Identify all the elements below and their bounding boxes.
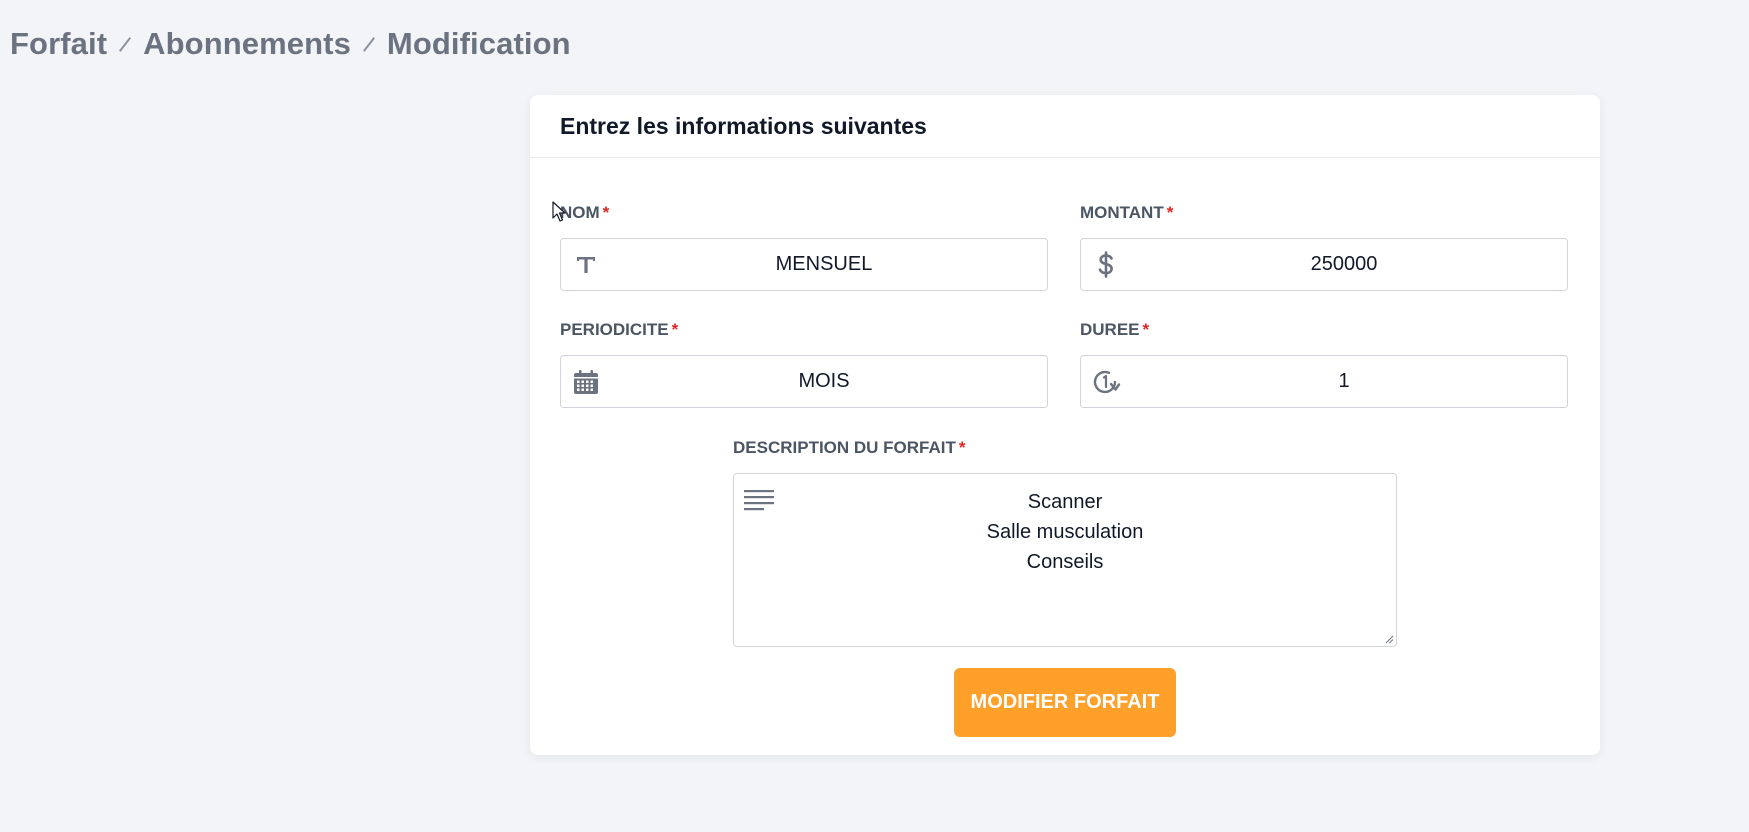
periodicite-value: MOIS <box>798 370 850 392</box>
description-field-group: DESCRIPTION DU FORFAIT * Scanner Salle mu… <box>733 437 1397 649</box>
modifier-forfait-button[interactable]: MODIFIER FORFAIT <box>954 668 1176 737</box>
periodicite-input[interactable]: MOIS <box>560 355 1048 408</box>
montant-input[interactable]: 250000 <box>1080 238 1568 291</box>
duree-field-group: DUREE * 1 <box>1080 319 1568 409</box>
montant-label-text: MONTANT <box>1080 203 1164 222</box>
periodicite-label-text: PERIODICITE <box>560 320 669 339</box>
breadcrumb-separator-icon <box>118 35 132 53</box>
resize-handle-icon[interactable] <box>1384 634 1394 644</box>
text-type-icon <box>571 250 601 280</box>
description-line: Salle musculation <box>986 521 1144 543</box>
breadcrumb: Forfait Abonnements Modification <box>10 26 571 62</box>
required-asterisk: * <box>602 203 610 222</box>
dollar-icon <box>1091 250 1121 280</box>
required-asterisk: * <box>1142 320 1150 339</box>
breadcrumb-item-forfait[interactable]: Forfait <box>10 26 107 62</box>
duree-value: 1 <box>1338 370 1350 392</box>
montant-value: 250000 <box>1310 253 1378 275</box>
breadcrumb-separator-icon <box>362 35 376 53</box>
breadcrumb-item-abonnements[interactable]: Abonnements <box>143 26 351 62</box>
duree-label-text: DUREE <box>1080 320 1140 339</box>
form-card: Entrez les informations suivantes NOM * M… <box>530 95 1600 755</box>
description-label-text: DESCRIPTION DU FORFAIT <box>733 438 956 457</box>
required-asterisk: * <box>958 438 966 457</box>
nom-label: NOM * <box>560 202 1048 224</box>
description-label: DESCRIPTION DU FORFAIT * <box>733 437 1397 459</box>
duree-input[interactable]: 1 <box>1080 355 1568 408</box>
montant-field-group: MONTANT * 250000 <box>1080 202 1568 292</box>
clock-rotate-icon <box>1091 367 1121 397</box>
mouse-cursor-icon <box>552 201 566 222</box>
duree-label: DUREE * <box>1080 319 1568 341</box>
calendar-icon <box>571 367 601 397</box>
nom-value: MENSUEL <box>775 253 873 275</box>
page: Forfait Abonnements Modification Entrez … <box>0 0 1749 832</box>
montant-label: MONTANT * <box>1080 202 1568 224</box>
required-asterisk: * <box>1166 203 1174 222</box>
description-line: Conseils <box>1026 551 1104 573</box>
card-title: Entrez les informations suivantes <box>530 95 1600 158</box>
periodicite-label: PERIODICITE * <box>560 319 1048 341</box>
breadcrumb-item-modification: Modification <box>386 26 571 61</box>
description-textarea[interactable]: Scanner Salle musculation Conseils <box>733 473 1397 647</box>
description-text: Scanner Salle musculation Conseils <box>734 487 1396 577</box>
periodicite-field-group: PERIODICITE * MOIS <box>560 319 1048 409</box>
required-asterisk: * <box>671 320 679 339</box>
nom-field-group: NOM * MENSUEL <box>560 202 1048 292</box>
description-line: Scanner <box>1027 491 1103 513</box>
nom-input[interactable]: MENSUEL <box>560 238 1048 291</box>
